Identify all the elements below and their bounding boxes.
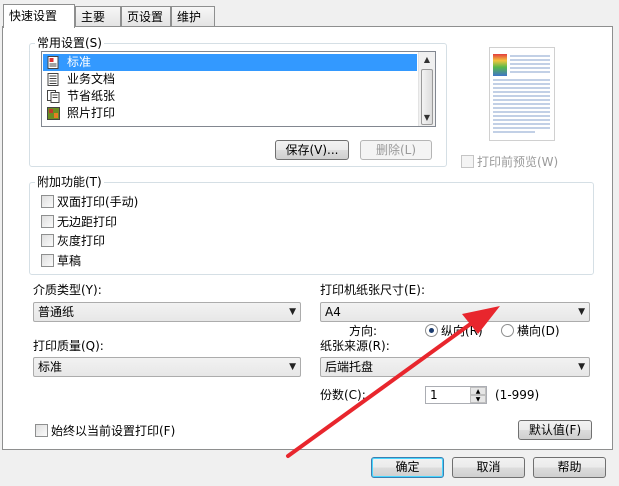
media-type-select[interactable]: 普通纸 ▼ (33, 302, 301, 322)
list-item-business-doc[interactable]: 业务文档 (43, 71, 417, 88)
paper-source-label: 纸张来源(R): (320, 339, 390, 353)
paper-size-label: 打印机纸张尺寸(E): (320, 283, 425, 297)
always-print-label: 始终以当前设置打印(F) (51, 424, 176, 438)
grayscale-checkbox[interactable] (41, 234, 54, 247)
common-settings-list[interactable]: 标准 业务文档 节省纸张 照片打印 ▲ ▼ (41, 51, 436, 127)
print-quality-label: 打印质量(Q): (33, 339, 104, 353)
tab-panel-quick-setup: 常用设置(S) 标准 业务文档 节省纸张 照片打印 ▲ ▼ 保存(V)... 删… (2, 26, 613, 450)
save-button[interactable]: 保存(V)... (275, 140, 349, 160)
tab-quick-setup[interactable]: 快速设置 (3, 4, 75, 28)
tab-page-setup[interactable]: 页设置 (121, 6, 171, 26)
scroll-up-icon[interactable]: ▲ (419, 52, 435, 68)
standard-doc-icon (47, 56, 60, 69)
print-preview-checkbox[interactable] (461, 155, 474, 168)
restore-defaults-button[interactable]: 默认值(F) (518, 420, 592, 440)
save-paper-icon (47, 90, 60, 103)
chevron-down-icon: ▼ (289, 307, 296, 317)
delete-button[interactable]: 删除(L) (360, 140, 432, 160)
page-preview (489, 47, 555, 141)
scroll-down-icon[interactable]: ▼ (419, 110, 435, 126)
common-settings-legend: 常用设置(S) (35, 36, 104, 50)
ok-button[interactable]: 确定 (371, 457, 444, 478)
paper-source-value: 后端托盘 (325, 360, 374, 374)
landscape-label: 横向(D) (517, 324, 560, 338)
draft-label: 草稿 (57, 254, 82, 268)
copies-label: 份数(C): (320, 388, 366, 402)
grayscale-label: 灰度打印 (57, 234, 106, 248)
draft-checkbox[interactable] (41, 254, 54, 267)
list-item-standard[interactable]: 标准 (43, 54, 417, 71)
media-type-value: 普通纸 (38, 305, 75, 319)
duplex-label: 双面打印(手动) (57, 195, 139, 209)
print-quality-value: 标准 (38, 360, 63, 374)
help-button[interactable]: 帮助 (533, 457, 606, 478)
cancel-button[interactable]: 取消 (452, 457, 525, 478)
borderless-label: 无边距打印 (57, 215, 118, 229)
chevron-down-icon: ▼ (578, 362, 585, 372)
chevron-down-icon: ▼ (578, 307, 585, 317)
orientation-label: 方向: (349, 324, 378, 338)
page-preview-icon (490, 48, 554, 140)
tab-maintenance[interactable]: 维护 (171, 6, 215, 26)
chevron-down-icon: ▼ (289, 362, 296, 372)
always-print-checkbox[interactable] (35, 424, 48, 437)
portrait-radio[interactable] (425, 324, 438, 337)
paper-size-value: A4 (325, 305, 341, 319)
additional-features-legend: 附加功能(T) (35, 175, 104, 189)
list-item-label: 业务文档 (67, 72, 116, 86)
paper-source-select[interactable]: 后端托盘 ▼ (320, 357, 590, 377)
media-type-label: 介质类型(Y): (33, 283, 102, 297)
copies-input[interactable]: 1 ▲ ▼ (425, 386, 487, 404)
landscape-radio[interactable] (501, 324, 514, 337)
list-item-photo-print[interactable]: 照片打印 (43, 105, 417, 122)
portrait-label: 纵向(R) (441, 324, 483, 338)
photo-print-icon (47, 107, 60, 120)
print-preview-label: 打印前预览(W) (477, 155, 559, 169)
copies-value: 1 (430, 388, 438, 402)
print-quality-select[interactable]: 标准 ▼ (33, 357, 301, 377)
list-scrollbar[interactable]: ▲ ▼ (418, 52, 435, 126)
list-item-save-paper[interactable]: 节省纸张 (43, 88, 417, 105)
spin-down-icon[interactable]: ▼ (470, 395, 486, 403)
spin-up-icon[interactable]: ▲ (470, 387, 486, 395)
tab-main[interactable]: 主要 (75, 6, 121, 26)
list-item-label: 标准 (67, 55, 92, 69)
business-doc-icon (47, 73, 60, 86)
copies-range: (1-999) (495, 388, 540, 402)
duplex-checkbox[interactable] (41, 195, 54, 208)
borderless-checkbox[interactable] (41, 215, 54, 228)
list-item-label: 节省纸张 (67, 89, 116, 103)
list-item-label: 照片打印 (67, 106, 116, 120)
paper-size-select[interactable]: A4 ▼ (320, 302, 590, 322)
